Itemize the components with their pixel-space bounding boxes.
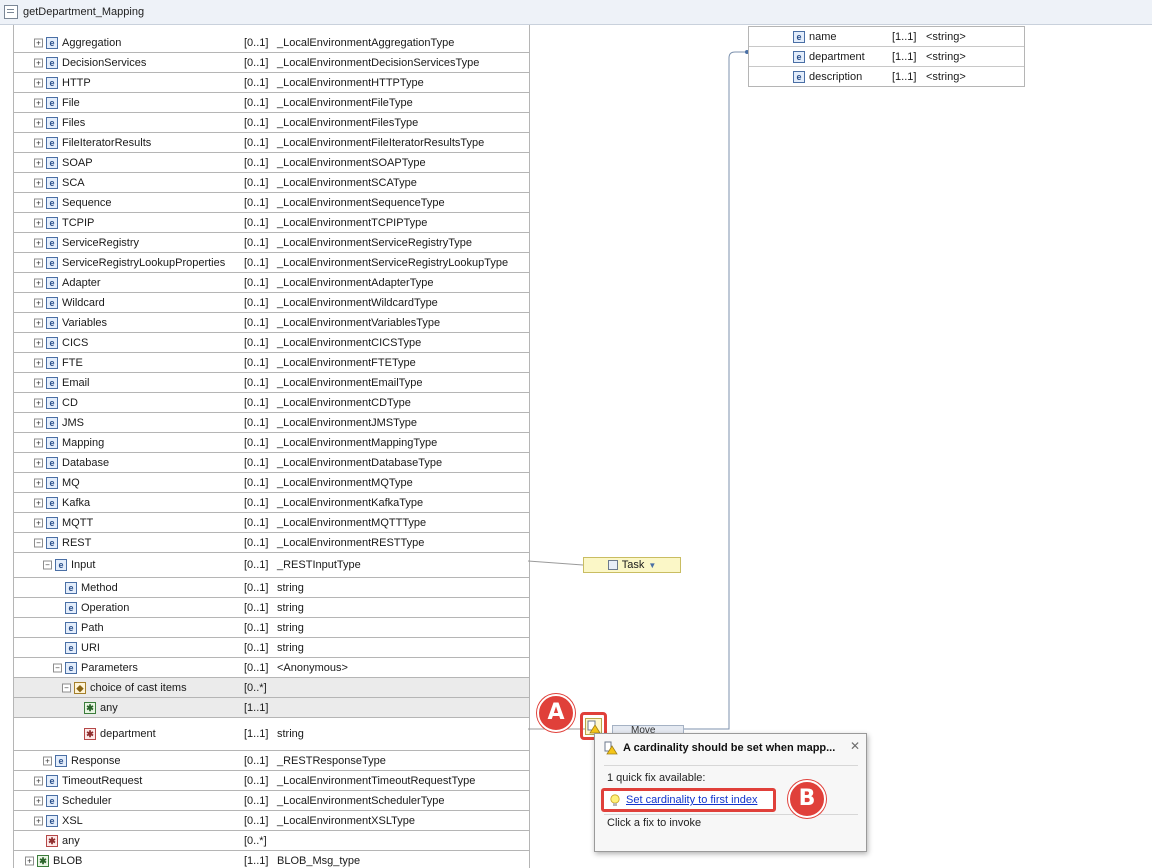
set-cardinality-link[interactable]: Set cardinality to first index [626,794,757,806]
annotation-marker-b: B [788,780,826,818]
divider [604,765,858,766]
move-output-line [684,51,748,730]
target-row-type: <string> [926,50,966,63]
target-row-type: <string> [926,30,966,43]
task-connection-line [527,560,584,566]
element-icon: e [793,71,805,83]
annotation-marker-a: A [537,694,575,732]
quick-fix-title: A cardinality should be set when mapp... [623,742,836,754]
task-icon [607,560,618,570]
task-transform[interactable]: Task ▼ [583,557,681,573]
lightbulb-icon [610,794,620,806]
connection-lines [527,50,749,730]
target-row[interactable]: e department [1..1] <string> [749,47,1024,67]
target-row-type: <string> [926,71,966,83]
warning-icon [604,741,618,755]
target-row-name: department [809,50,865,63]
divider [604,814,858,815]
element-icon: e [793,50,805,63]
target-row-name: description [809,71,863,83]
quick-fix-item[interactable]: Set cardinality to first index [601,788,776,812]
target-row-name: name [809,30,837,43]
target-row-cardinality: [1..1] [892,30,917,43]
target-tree[interactable]: e name [1..1] <string> e department [1..1] <str… [748,26,1025,87]
chevron-down-icon[interactable]: ▼ [648,561,656,570]
close-icon[interactable]: ✕ [850,739,860,753]
element-icon: e [793,30,805,43]
target-row[interactable]: e name [1..1] <string> [749,27,1024,47]
target-row-cardinality: [1..1] [892,71,917,83]
target-row-cardinality: [1..1] [892,50,917,63]
quick-fix-hint: Click a fix to invoke [607,817,702,829]
quick-fix-popup: A cardinality should be set when mapp...… [594,733,867,852]
quick-fix-count: 1 quick fix available: [607,772,706,784]
target-row[interactable]: e description [1..1] <string> [749,67,1024,87]
task-label: Task [621,559,645,571]
